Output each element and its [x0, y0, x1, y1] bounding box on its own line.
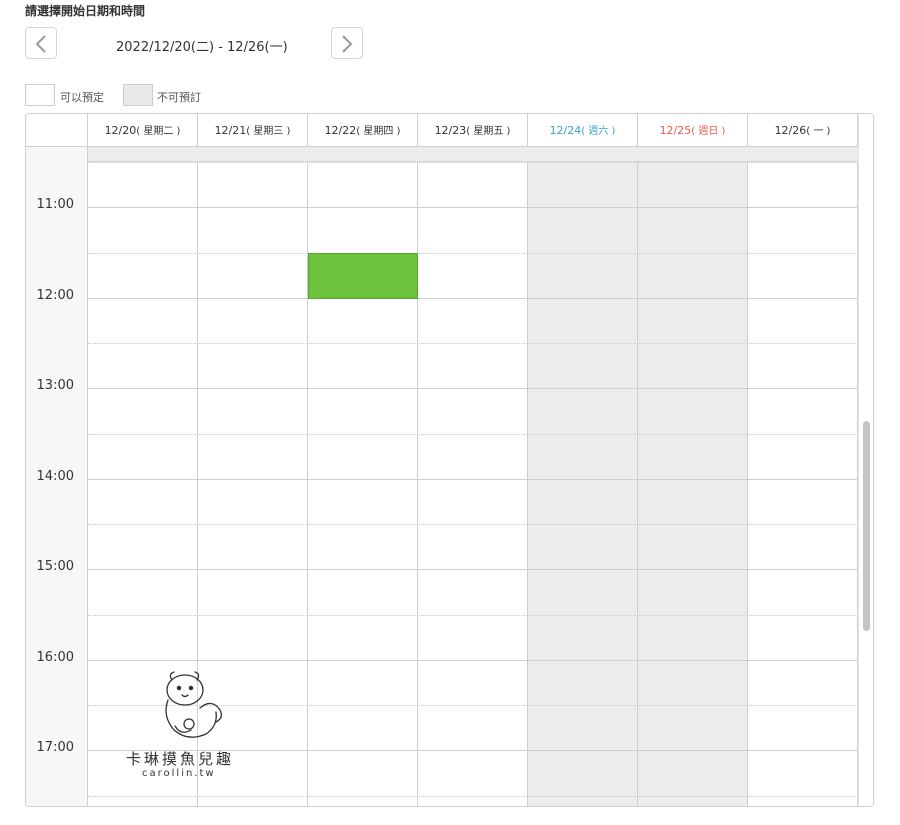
day-weekday: ( 星期五 ) [466, 126, 511, 137]
grid-line [88, 343, 858, 344]
day-header-1224: 12/24( 週六 ) [528, 114, 638, 147]
time-label: 11:00 [36, 197, 74, 212]
day-weekday: ( 星期四 ) [356, 126, 401, 137]
day-date: 12/22 [324, 124, 357, 137]
time-column: 11:00 12:00 13:00 14:00 15:00 16:00 17:0… [26, 147, 88, 806]
grid-line [88, 615, 858, 616]
day-weekday: ( 星期三 ) [246, 126, 291, 137]
day-column-1224-unavailable [528, 147, 638, 806]
day-weekday: ( 星期二 ) [136, 126, 181, 137]
grid-line [88, 388, 858, 389]
day-weekday: ( 一 ) [806, 126, 831, 137]
day-date: 12/23 [434, 124, 467, 137]
legend-available-swatch [25, 84, 55, 106]
grid-line [88, 434, 858, 435]
day-date: 12/24 [549, 124, 582, 137]
day-column-1222[interactable] [308, 147, 418, 806]
grid-line [88, 479, 858, 480]
selected-slot[interactable] [308, 253, 418, 299]
chevron-right-icon [342, 35, 353, 53]
day-header-1222: 12/22( 星期四 ) [308, 114, 418, 147]
time-label: 12:00 [36, 288, 74, 303]
day-date: 12/26 [774, 124, 807, 137]
time-label: 13:00 [36, 378, 74, 393]
watermark-text: 卡琳摸魚兒趣 [126, 750, 235, 768]
grid-line [88, 298, 858, 299]
legend-unavailable-swatch [123, 84, 153, 106]
legend-available-label: 可以預定 [60, 91, 104, 104]
page-title: 請選擇開始日期和時間 [25, 4, 146, 18]
grid-line [88, 162, 858, 163]
grid-line [88, 253, 858, 254]
day-column-1223[interactable] [418, 147, 528, 806]
day-header-1226: 12/26( 一 ) [748, 114, 858, 147]
day-date: 12/25 [659, 124, 692, 137]
grid-line [88, 660, 858, 661]
watermark: 卡琳摸魚兒趣 carollin.tw [120, 668, 270, 783]
scrollbar-thumb[interactable] [863, 421, 870, 631]
grid-line [88, 796, 858, 797]
date-range: 2022/12/20(二) - 12/26(一) [116, 40, 288, 55]
header-corner [26, 114, 88, 147]
day-column-1226[interactable] [748, 147, 858, 806]
calendar-scrollbar[interactable] [858, 114, 873, 806]
day-date: 12/20 [104, 124, 137, 137]
day-header-1220: 12/20( 星期二 ) [88, 114, 198, 147]
day-weekday: ( 週六 ) [581, 126, 616, 137]
otter-mascot-icon [165, 671, 222, 738]
watermark-url: carollin.tw [142, 768, 216, 779]
legend-unavailable-label: 不可預訂 [157, 91, 201, 104]
time-label: 14:00 [36, 469, 74, 484]
time-label: 16:00 [36, 650, 74, 665]
day-header-1223: 12/23( 星期五 ) [418, 114, 528, 147]
grid-line [88, 524, 858, 525]
time-label: 15:00 [36, 559, 74, 574]
day-weekday: ( 週日 ) [691, 126, 726, 137]
unavailable-top-strip [88, 147, 858, 162]
day-date: 12/21 [214, 124, 247, 137]
next-week-button[interactable] [331, 27, 363, 59]
prev-week-button[interactable] [25, 27, 57, 59]
day-header-1221: 12/21( 星期三 ) [198, 114, 308, 147]
grid-line [88, 207, 858, 208]
day-column-1225-unavailable [638, 147, 748, 806]
day-header-1225: 12/25( 週日 ) [638, 114, 748, 147]
time-label: 17:00 [36, 740, 74, 755]
chevron-left-icon [35, 35, 46, 53]
calendar-header: 12/20( 星期二 ) 12/21( 星期三 ) 12/22( 星期四 ) 1… [26, 114, 858, 147]
grid-line [88, 569, 858, 570]
